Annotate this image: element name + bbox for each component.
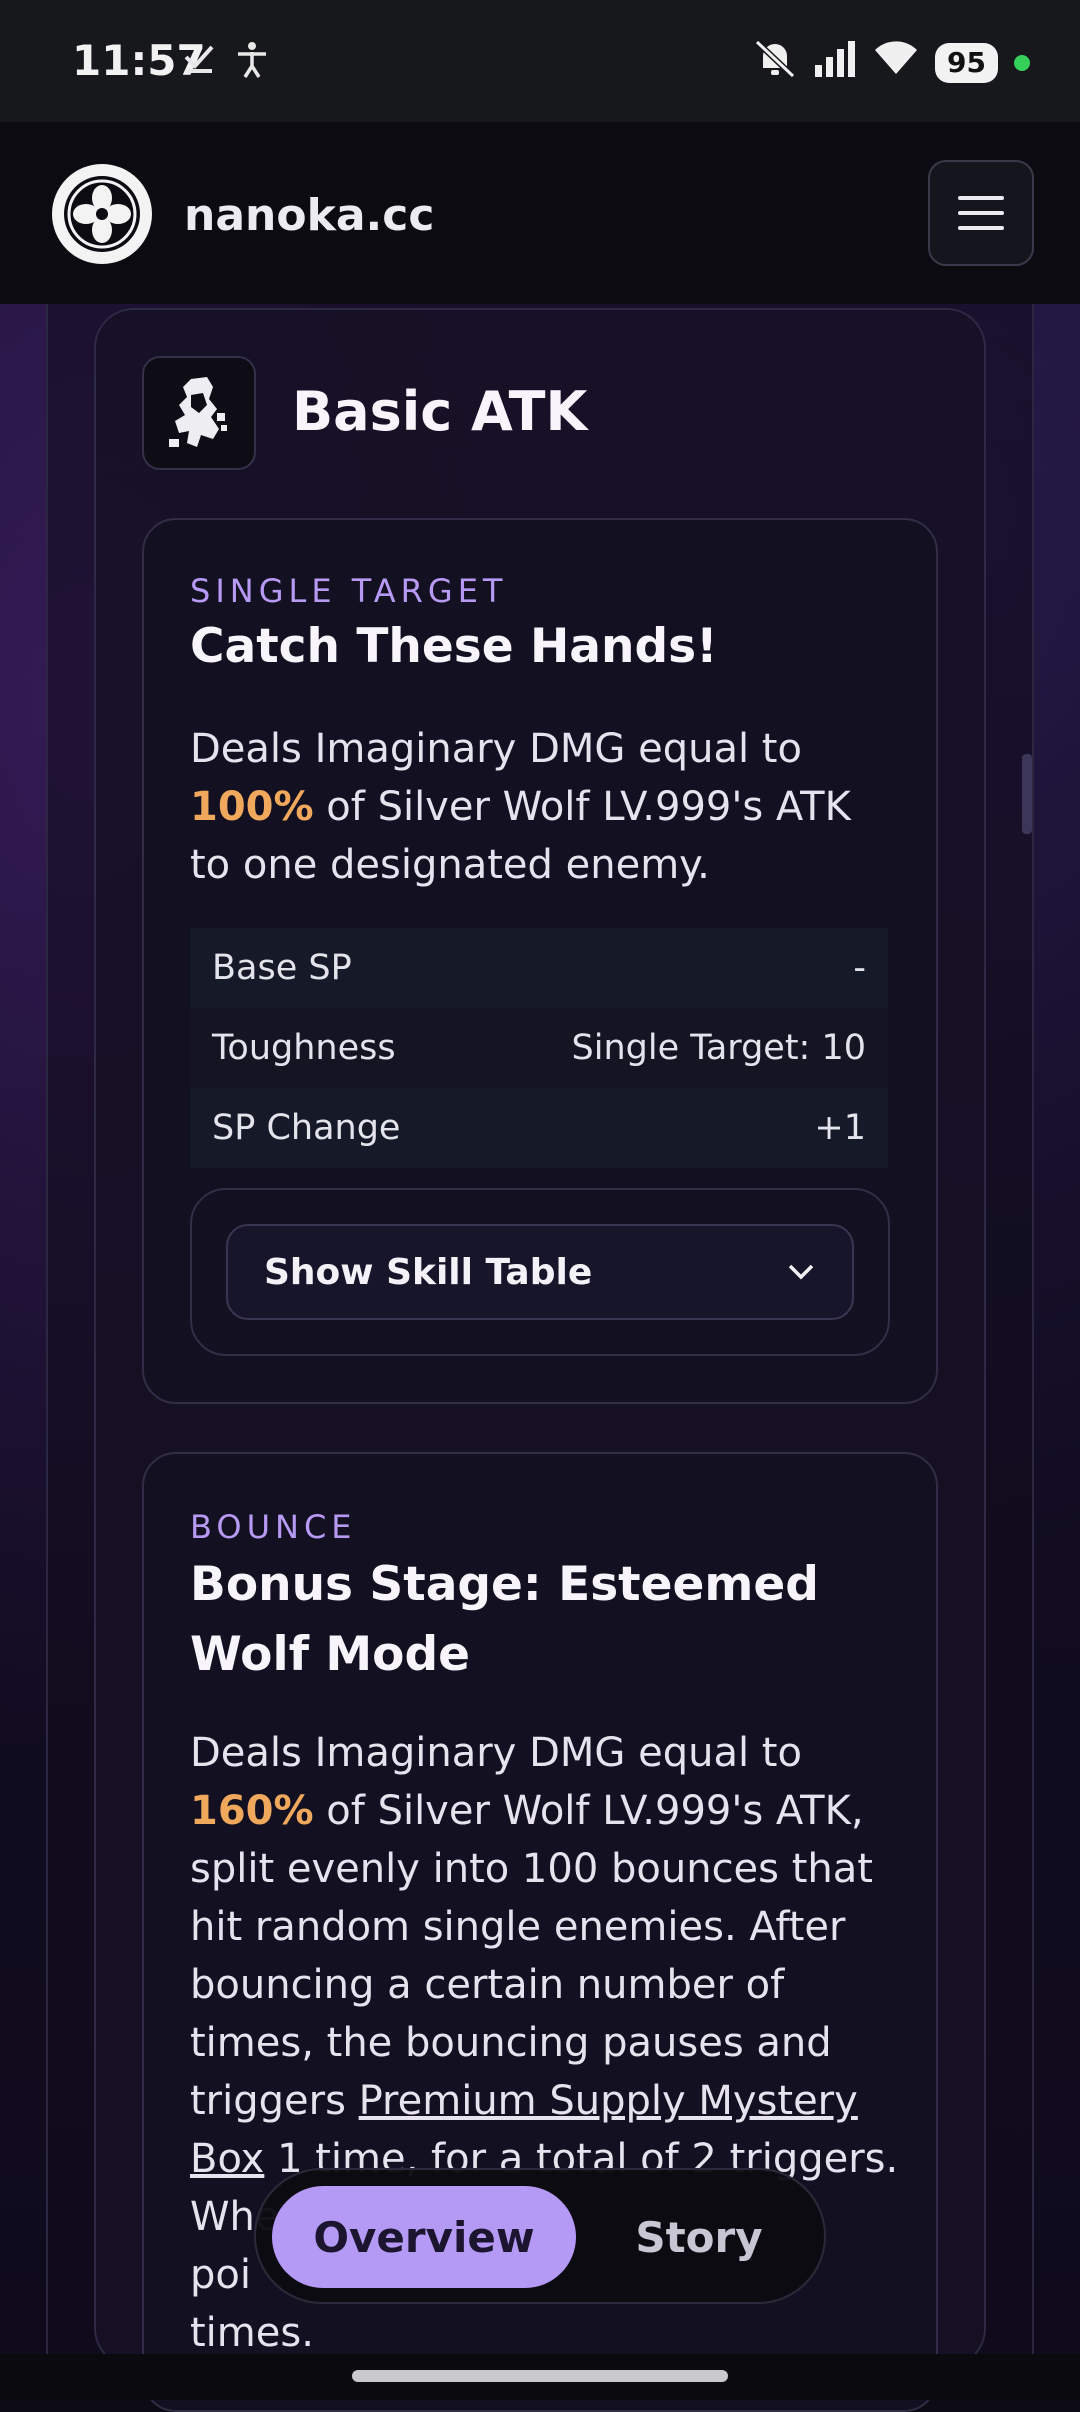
page-tab-bar: Overview Story xyxy=(254,2168,826,2304)
stat-row-base-sp: Base SP - xyxy=(190,928,888,1008)
person-icon xyxy=(234,40,270,87)
stat-label: Toughness xyxy=(212,1028,396,1068)
tab-overview[interactable]: Overview xyxy=(272,2186,576,2288)
tab-story[interactable]: Story xyxy=(586,2186,812,2288)
stat-value: +1 xyxy=(814,1108,866,1148)
damage-percent-highlight: 160% xyxy=(190,1788,314,1834)
status-left-icons xyxy=(182,40,270,87)
stat-value: Single Target: 10 xyxy=(571,1028,866,1068)
damage-percent-highlight: 100% xyxy=(190,784,314,830)
section-title: Basic ATK xyxy=(292,380,588,443)
home-gesture-handle[interactable] xyxy=(352,2370,728,2382)
skill-name: Bonus Stage: Esteemed Wolf Mode xyxy=(190,1557,819,1682)
scrollbar[interactable] xyxy=(1022,754,1032,834)
stat-label: Base SP xyxy=(212,948,352,988)
wifi-icon xyxy=(873,40,919,85)
stat-label: SP Change xyxy=(212,1108,401,1148)
menu-button[interactable] xyxy=(928,160,1034,266)
battery-level: 95 xyxy=(935,42,998,83)
system-navigation-bar xyxy=(0,2354,1080,2400)
status-right-icons: 95 xyxy=(753,38,1030,87)
mute-icon xyxy=(753,38,797,87)
status-bar: 11:57 95 xyxy=(0,0,1080,122)
stat-value: - xyxy=(853,948,866,988)
skill-description: Deals Imaginary DMG equal to 100% of Sil… xyxy=(190,726,851,888)
signal-icon xyxy=(813,39,857,86)
privacy-indicator-dot xyxy=(1014,54,1030,71)
skill-stat-table: Base SP - Toughness Single Target: 10 SP… xyxy=(190,928,888,1168)
skill-type-label: BOUNCE xyxy=(190,1508,357,1546)
skill-card-single-target: SINGLE TARGET Catch These Hands! Deals I… xyxy=(142,518,938,1404)
show-skill-table-label: Show Skill Table xyxy=(264,1251,593,1293)
skill-table-container: Show Skill Table xyxy=(190,1188,890,1356)
show-skill-table-button[interactable]: Show Skill Table xyxy=(226,1224,854,1320)
stat-row-sp-change: SP Change +1 xyxy=(190,1088,888,1168)
clover-logo-icon[interactable] xyxy=(52,164,152,264)
site-name[interactable]: nanoka.cc xyxy=(184,190,434,241)
check-icon xyxy=(182,40,216,87)
basic-atk-icon xyxy=(142,356,256,470)
stat-row-toughness: Toughness Single Target: 10 xyxy=(190,1008,888,1088)
hamburger-menu-icon xyxy=(958,196,1004,230)
chevron-down-icon xyxy=(788,1264,814,1280)
site-header: nanoka.cc xyxy=(0,122,1080,305)
skill-name: Catch These Hands! xyxy=(190,619,718,674)
skill-type-label: SINGLE TARGET xyxy=(190,572,508,610)
